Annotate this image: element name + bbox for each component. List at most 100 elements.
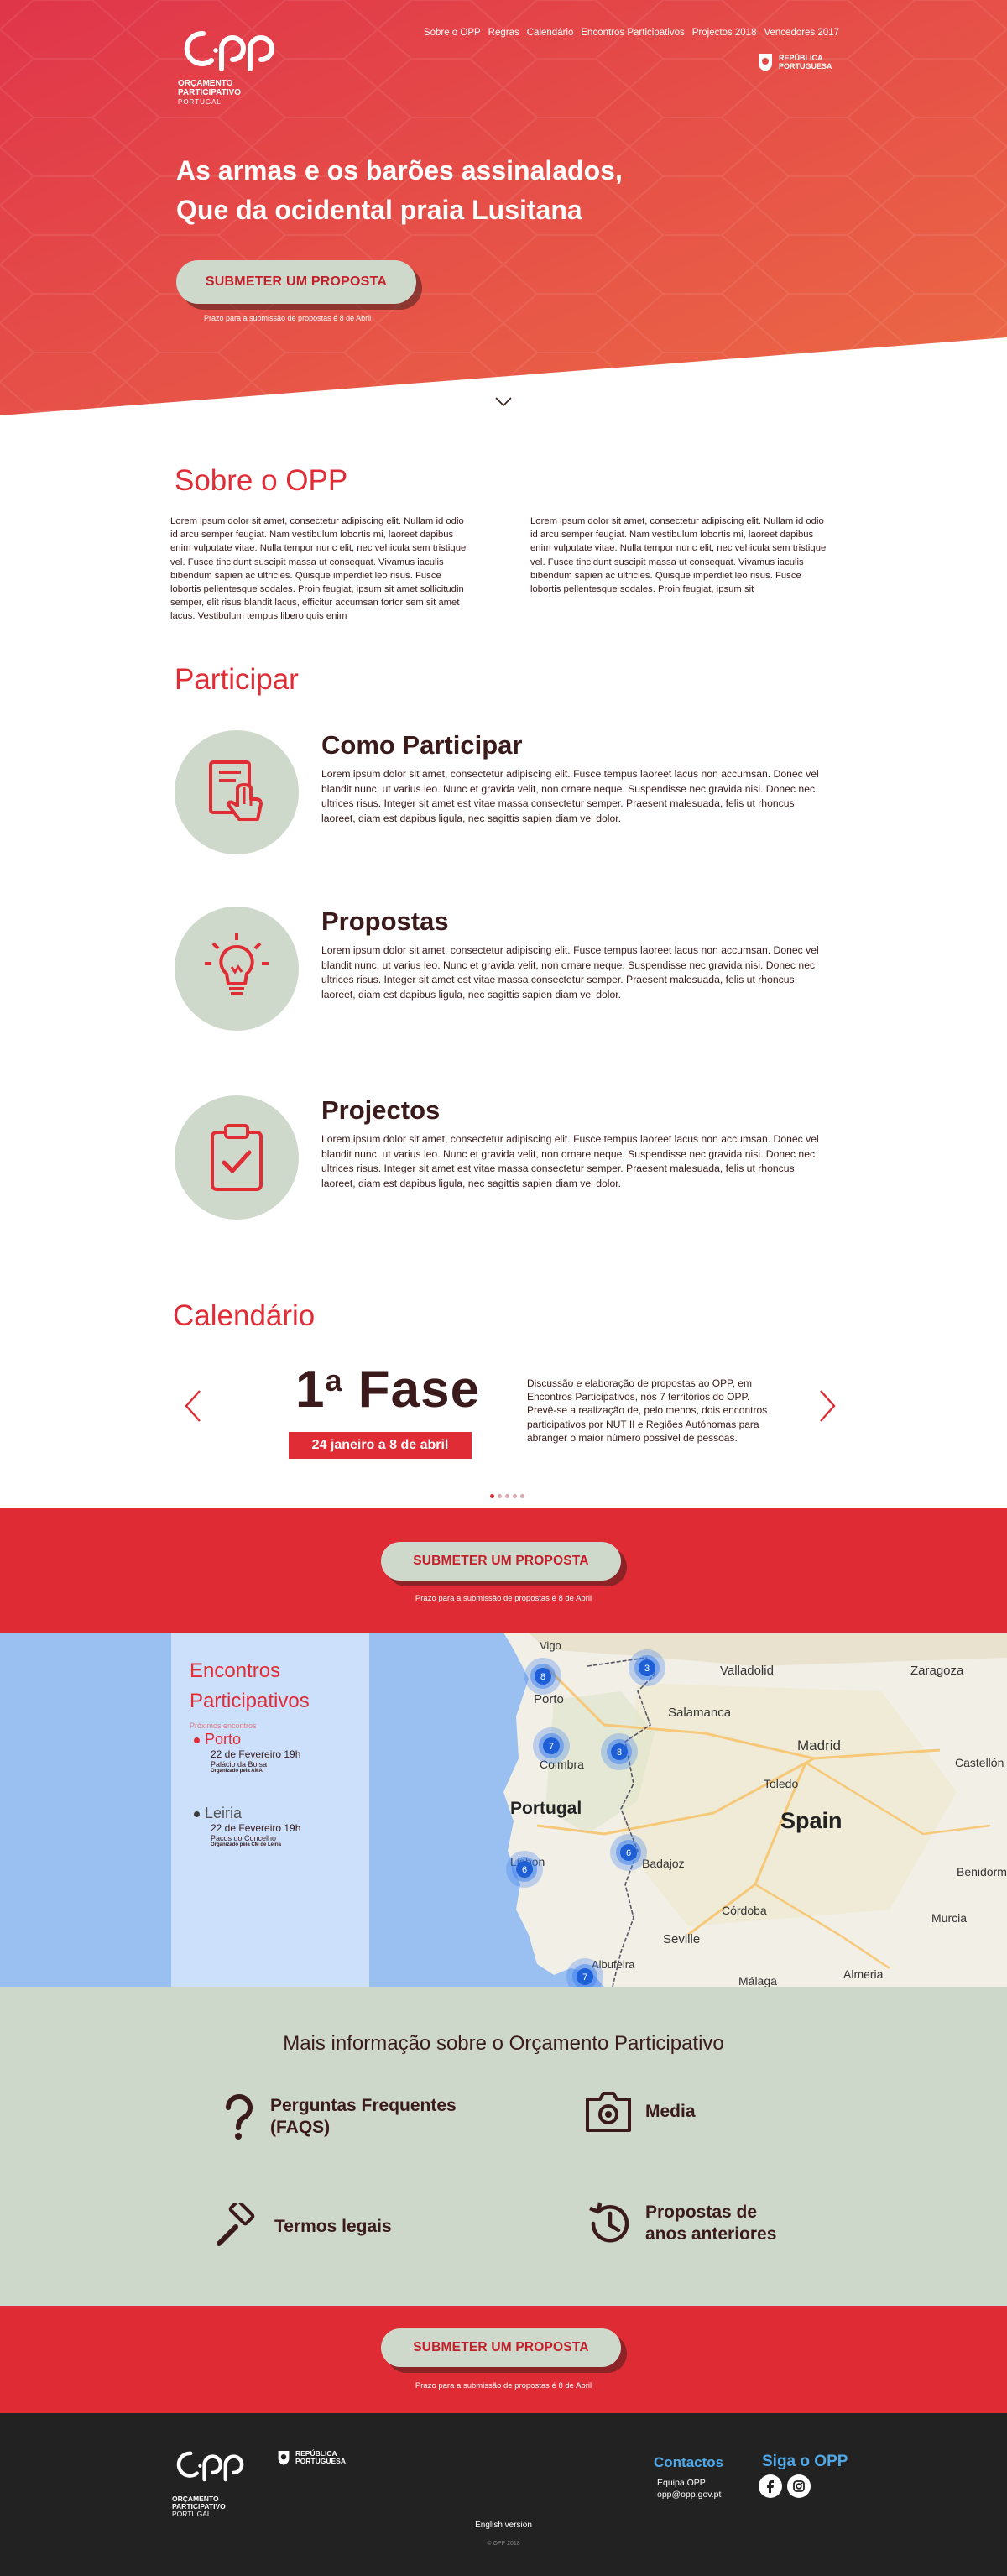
info-link-label: Termos legais <box>274 2217 392 2236</box>
como-participar-circle <box>175 730 299 854</box>
event-item-leiria[interactable]: Leiria 22 de Fevereiro 19h Paços do Conc… <box>194 1805 300 1847</box>
nav-sobre[interactable]: Sobre o OPP <box>424 28 481 38</box>
carousel-dot[interactable] <box>505 1494 509 1498</box>
sobre-text-col1: Lorem ipsum dolor sit amet, consectetur … <box>170 516 467 622</box>
nav-projectos-2018[interactable]: Projectos 2018 <box>692 28 757 38</box>
logo-subtitle: ORÇAMENTO PARTICIPATIVO PORTUGAL <box>178 79 241 106</box>
info-link-label: Propostas de anos anteriores <box>645 2202 777 2244</box>
hero-submit-button[interactable]: SUBMETER UM PROPOSTA <box>176 260 416 304</box>
main-nav: Sobre o OPP Regras Calendário Encontros … <box>416 28 839 38</box>
carousel-dot[interactable] <box>490 1494 494 1498</box>
svg-text:7: 7 <box>582 1972 587 1983</box>
svg-text:3: 3 <box>644 1664 650 1674</box>
carousel-dot[interactable] <box>520 1494 524 1498</box>
event-organizer: Organizado pela CM de Leiria <box>211 1842 282 1847</box>
footer: ORÇAMENTO PARTICIPATIVO PORTUGAL REPÚBLI… <box>0 2413 1007 2576</box>
map-label-badajoz: Badajoz <box>642 1857 685 1870</box>
band-submit-button-bottom[interactable]: SUBMETER UM PROPOSTA <box>381 2328 621 2367</box>
contactos-title: Contactos <box>654 2454 724 2470</box>
nav-regras[interactable]: Regras <box>488 28 519 38</box>
camera-icon <box>586 2092 631 2132</box>
map-label-spain: Spain <box>780 1808 843 1833</box>
cta-band-top: SUBMETER UM PROPOSTA Prazo para a submis… <box>0 1508 1007 1633</box>
cta-band-bottom: SUBMETER UM PROPOSTA Prazo para a submis… <box>0 2306 1007 2413</box>
contact-email-link[interactable]: opp@opp.gov.pt <box>657 2489 721 2500</box>
encontros-map-section: Vigo Porto Coimbra Lisbon Valladolid Sal… <box>0 1633 1007 1987</box>
nav-calendario[interactable]: Calendário <box>527 28 574 38</box>
propostas-title: Propostas <box>321 907 449 936</box>
gavel-icon <box>217 2203 255 2246</box>
participar-item-propostas[interactable]: Propostas Lorem ipsum dolor sit amet, co… <box>175 907 837 1032</box>
footer-republica-logo[interactable]: REPÚBLICA PORTUGUESA <box>277 2449 346 2466</box>
encontros-map[interactable]: Vigo Porto Coimbra Lisbon Valladolid Sal… <box>0 1633 1007 1987</box>
instagram-button[interactable] <box>787 2474 811 2498</box>
calendar-next-arrow-icon[interactable] <box>817 1389 837 1423</box>
english-version-link[interactable]: English version <box>0 2521 1007 2530</box>
como-participar-text: Lorem ipsum dolor sit amet, consectetur … <box>321 768 819 824</box>
map-cluster-marker[interactable]: 6 <box>610 1834 647 1871</box>
opp-logo-mark <box>184 30 274 71</box>
event-date: 22 de Fevereiro 19h <box>211 1748 301 1760</box>
footer-logo-subtitle: ORÇAMENTO PARTICIPATIVO PORTUGAL <box>172 2495 226 2518</box>
chevron-down-icon[interactable] <box>494 396 513 408</box>
carousel-dot[interactable] <box>498 1494 502 1498</box>
participar-item-como[interactable]: Como Participar Lorem ipsum dolor sit am… <box>175 730 837 856</box>
siga-title: Siga o OPP <box>762 2453 848 2470</box>
phase-heading: 1a Fase <box>295 1361 481 1419</box>
projectos-title: Projectos <box>321 1095 441 1125</box>
carousel-dot[interactable] <box>513 1494 517 1498</box>
history-icon <box>589 2202 629 2243</box>
encontros-panel: Encontros Participativos Próximos encont… <box>171 1633 369 1987</box>
info-link-anteriores[interactable]: Propostas de anos anteriores <box>585 2200 776 2247</box>
map-cluster-marker[interactable]: 6 <box>506 1851 543 1888</box>
info-link-media[interactable]: Media <box>585 2091 696 2133</box>
map-cluster-marker[interactable]: 3 <box>629 1649 665 1686</box>
opp-logo[interactable]: ORÇAMENTO PARTICIPATIVO PORTUGAL <box>178 25 287 107</box>
map-cluster-marker[interactable]: 8 <box>601 1733 638 1770</box>
footer-opp-logo[interactable] <box>172 2445 249 2485</box>
propostas-text: Lorem ipsum dolor sit amet, consectetur … <box>321 944 819 1001</box>
calendar-prev-arrow-icon[interactable] <box>183 1389 203 1423</box>
event-place: Palácio da Bolsa <box>211 1760 268 1769</box>
copyright: © OPP 2018 <box>487 2541 520 2547</box>
facebook-icon <box>767 2480 774 2493</box>
event-place: Paços do Concelho <box>211 1834 277 1842</box>
next-events-label: Próximos encontros <box>190 1722 257 1730</box>
map-label-madrid: Madrid <box>797 1737 841 1753</box>
phase-dates-badge: 24 janeiro a 8 de abril <box>289 1432 472 1459</box>
projectos-circle <box>175 1095 299 1220</box>
nav-encontros[interactable]: Encontros Participativos <box>581 28 684 38</box>
map-cluster-marker[interactable]: 7 <box>533 1727 570 1764</box>
band-submit-button[interactable]: SUBMETER UM PROPOSTA <box>381 1542 621 1581</box>
map-label-castellon: Castellón de la Plana <box>955 1756 1007 1769</box>
republica-portuguesa-logo[interactable]: REPÚBLICA PORTUGUESA <box>757 52 832 72</box>
info-link-termos[interactable]: Termos legais <box>214 2203 392 2250</box>
map-label-porto: Porto <box>534 1692 564 1706</box>
republica-emblem-icon <box>278 2451 290 2465</box>
contactos-text: Equipa OPP opp@opp.gov.pt <box>657 2478 722 2500</box>
map-label-malaga: Málaga <box>738 1974 777 1987</box>
sobre-title: Sobre o OPP <box>175 464 348 497</box>
nav-vencedores-2017[interactable]: Vencedores 2017 <box>764 28 839 38</box>
map-label-salamanca: Salamanca <box>668 1706 732 1720</box>
map-label-cordoba: Córdoba <box>722 1904 767 1917</box>
event-organizer: Organizado pela AMA <box>211 1769 263 1774</box>
map-label-zaragoza: Zaragoza <box>910 1664 964 1678</box>
info-link-label: Media <box>645 2102 696 2121</box>
calendario-title: Calendário <box>173 1299 316 1332</box>
map-label-vigo: Vigo <box>540 1639 561 1652</box>
event-city: Porto <box>194 1731 300 1748</box>
map-label-toledo: Toledo <box>764 1777 798 1790</box>
svg-text:6: 6 <box>522 1865 527 1875</box>
map-label-murcia: Murcia <box>931 1911 967 1925</box>
facebook-button[interactable] <box>759 2474 782 2498</box>
map-label-portugal: Portugal <box>510 1799 582 1818</box>
info-link-faqs[interactable]: Perguntas Frequentes (FAQS) <box>222 2093 457 2141</box>
map-cluster-marker[interactable]: 8 <box>524 1658 561 1695</box>
participar-item-projectos[interactable]: Projectos Lorem ipsum dolor sit amet, co… <box>175 1095 837 1221</box>
projectos-text: Lorem ipsum dolor sit amet, consectetur … <box>321 1133 819 1189</box>
republica-emblem-icon <box>759 54 772 71</box>
event-item-porto[interactable]: Porto 22 de Fevereiro 19h Palácio da Bol… <box>194 1731 300 1774</box>
como-participar-title: Como Participar <box>321 730 523 760</box>
clipboard-check-icon <box>211 1124 263 1191</box>
